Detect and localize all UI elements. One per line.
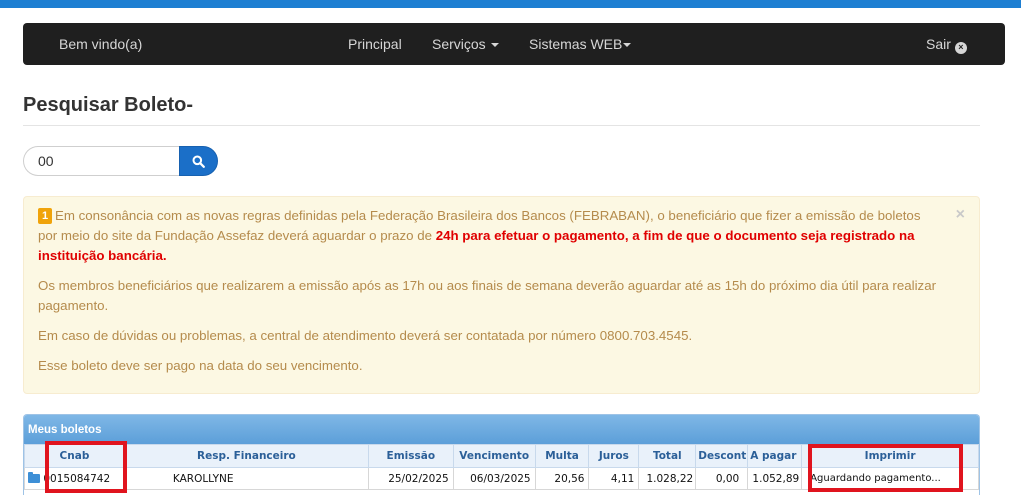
highlight-box-imprimir bbox=[808, 444, 963, 492]
chevron-down-icon bbox=[490, 43, 499, 48]
highlight-box-cnab bbox=[45, 441, 127, 493]
search-icon bbox=[192, 155, 205, 168]
search-input[interactable] bbox=[23, 146, 180, 176]
close-icon[interactable]: × bbox=[956, 205, 965, 225]
col-header: Total bbox=[638, 444, 697, 468]
nav-principal[interactable]: Principal bbox=[348, 36, 402, 52]
chevron-down-icon bbox=[623, 43, 632, 48]
multa-cell: 20,56 bbox=[534, 467, 590, 490]
vencimento-cell: 06/03/2025 bbox=[452, 467, 536, 490]
panel-title: Meus boletos bbox=[24, 415, 979, 444]
nav-servicos[interactable]: Serviços bbox=[432, 36, 499, 52]
welcome-text: Bem vindo(a) bbox=[59, 36, 299, 52]
col-header: Resp. Financeiro bbox=[123, 444, 369, 468]
a-pagar-cell: 1.052,89 bbox=[747, 467, 803, 490]
alert-paragraph-4: Esse boleto deve ser pago na data do seu… bbox=[38, 358, 363, 373]
nav-sair[interactable]: Sair × bbox=[926, 36, 967, 54]
alert-paragraph-2: Os membros beneficiários que realizarem … bbox=[38, 278, 937, 313]
page-title: Pesquisar Boleto- bbox=[23, 94, 194, 116]
top-navbar: Bem vindo(a) Principal Serviços Sistemas… bbox=[23, 23, 1005, 65]
emissao-cell: 25/02/2025 bbox=[367, 467, 454, 490]
col-header: Juros bbox=[588, 444, 640, 468]
search-button[interactable] bbox=[179, 146, 218, 176]
close-circle-icon: × bbox=[954, 41, 967, 54]
alert-paragraph-3: Em caso de dúvidas ou problemas, a centr… bbox=[38, 328, 693, 343]
col-header: Emissão bbox=[367, 444, 454, 468]
title-divider bbox=[23, 125, 980, 126]
desconto-cell: 0,00 bbox=[695, 467, 749, 490]
info-badge: 1 bbox=[38, 208, 52, 224]
juros-cell: 4,11 bbox=[588, 467, 640, 490]
alert-paragraph-1: 1 Em consonância com as novas regras defi… bbox=[38, 208, 921, 263]
redacted-username bbox=[148, 39, 299, 52]
col-header: Descont bbox=[695, 444, 749, 468]
col-header: Vencimento bbox=[452, 444, 536, 468]
col-header: A pagar bbox=[747, 444, 803, 468]
browser-top-edge bbox=[0, 0, 1021, 8]
resp-cell: KAROLLYNE bbox=[123, 467, 369, 490]
total-cell: 1.028,22 bbox=[638, 467, 697, 490]
warning-alert: × 1 Em consonância com as novas regras de… bbox=[23, 196, 980, 394]
col-header: Multa bbox=[534, 444, 590, 468]
folder-icon[interactable] bbox=[28, 472, 40, 483]
nav-sistemas-web[interactable]: Sistemas WEB bbox=[529, 36, 632, 52]
